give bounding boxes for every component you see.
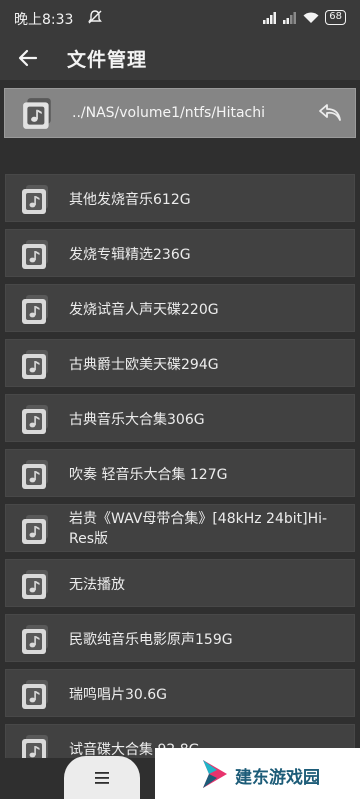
list-item-label: 岩贵《WAV母带合集》[48kHz 24bit]Hi-Res版 [69,511,328,547]
list-item-label: 吹奏 轻音乐大合集 127G [69,467,228,483]
wifi-icon [303,12,319,23]
list-item-label: 瑞鸣唱片30.6G [69,687,168,703]
list-item-label: 古典爵士欧美天碟294G [69,357,219,373]
list-item-label: 发烧试音人声天碟220G [69,302,219,318]
music-folder-icon [22,185,48,214]
music-folder-icon [22,350,48,379]
watermark-logo-icon [203,760,227,788]
list-item[interactable]: 发烧试音人声天碟220G [5,284,355,332]
status-icons: 68 [263,10,346,25]
current-path-label: ../NAS/volume1/ntfs/Hitachi [72,105,266,121]
current-path-row[interactable]: ../NAS/volume1/ntfs/Hitachi [4,88,356,138]
list-item[interactable]: 古典爵士欧美天碟294G [5,339,355,387]
music-folder-icon [22,515,48,544]
hamburger-menu-icon [95,771,109,784]
signal-icon [263,11,277,24]
list-item[interactable]: 吹奏 轻音乐大合集 127G [5,449,355,497]
music-folder-icon [22,240,48,269]
list-item[interactable]: 其他发烧音乐612G [5,174,355,222]
list-item-label: 古典音乐大合集306G [69,412,205,428]
watermark-text: 建东游戏园 [235,768,320,788]
menu-button[interactable] [64,756,140,799]
music-folder-icon [22,570,48,599]
list-item-label: 发烧专辑精选236G [69,247,191,263]
file-list[interactable]: ../NAS/volume1/ntfs/Hitachi 其他发烧音乐612G 发… [0,88,360,758]
list-item[interactable]: 无法播放 [5,559,355,607]
page-title: 文件管理 [67,49,148,71]
app-bar: 文件管理 [0,36,360,80]
status-bar: 晚上8:33 68 [0,0,360,36]
watermark: 建东游戏园 [155,748,360,799]
list-item[interactable]: 岩贵《WAV母带合集》[48kHz 24bit]Hi-Res版 [5,504,355,552]
list-item[interactable]: 古典音乐大合集306G [5,394,355,442]
music-folder-icon [22,625,48,654]
music-folder-icon [22,295,48,324]
list-item-label: 民歌纯音乐电影原声159G [69,632,233,648]
music-folder-icon [22,680,48,709]
muted-notification-icon [88,10,102,24]
status-time: 晚上8:33 [14,12,74,28]
signal-icon [283,11,297,24]
music-folder-icon [22,460,48,489]
return-arrow-icon[interactable] [317,101,343,125]
music-folder-icon [22,735,48,758]
list-item-label: 其他发烧音乐612G [69,192,191,208]
list-item[interactable]: 民歌纯音乐电影原声159G [5,614,355,662]
music-folder-icon [23,98,51,129]
list-item-label: 无法播放 [69,577,125,593]
music-folder-icon [22,405,48,434]
back-arrow-icon[interactable] [16,46,40,70]
battery-icon: 68 [325,10,346,25]
list-item[interactable]: 瑞鸣唱片30.6G [5,669,355,717]
list-item[interactable]: 发烧专辑精选236G [5,229,355,277]
